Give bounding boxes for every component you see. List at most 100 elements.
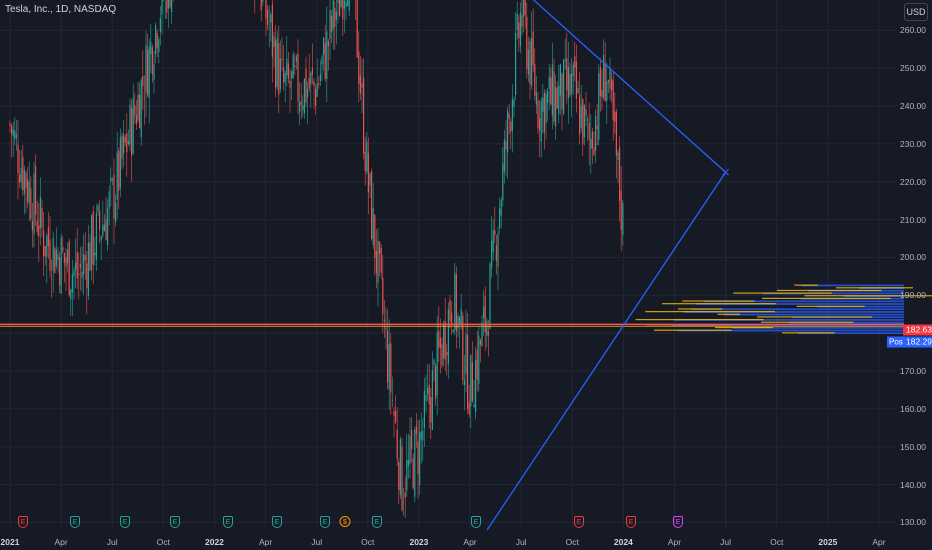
candle-body — [599, 66, 601, 96]
last-price-badge: 182.63 — [903, 324, 932, 336]
candle-body — [100, 236, 102, 241]
dividend-event-icon[interactable]: $ — [339, 516, 351, 527]
candle-body — [273, 36, 275, 48]
candle-body — [508, 113, 510, 119]
earnings-event-icon[interactable]: E — [320, 516, 330, 528]
candle-body — [75, 262, 77, 270]
candle-body — [587, 118, 589, 122]
candle-body — [62, 247, 64, 251]
candle-body — [499, 208, 501, 229]
candle-body — [270, 14, 272, 23]
candle-body — [425, 395, 427, 402]
candle-body — [60, 237, 62, 294]
candle-body — [23, 169, 25, 194]
candle-body — [321, 56, 323, 65]
earnings-event-icon[interactable]: E — [223, 516, 233, 528]
volume-profile-bar — [717, 313, 740, 315]
volume-profile-bar — [691, 308, 904, 311]
candle-body — [395, 410, 397, 423]
earnings-event-icon[interactable]: E — [120, 516, 130, 528]
candle-body — [38, 225, 40, 237]
earnings-event-icon[interactable]: E — [170, 516, 180, 528]
drawings[interactable] — [0, 0, 904, 531]
candle-body — [471, 362, 473, 402]
price-tick-label: 260.00 — [900, 25, 926, 36]
candle-body — [14, 130, 16, 140]
candle-body — [591, 132, 593, 149]
trend-line[interactable] — [486, 171, 727, 531]
candle-body — [308, 77, 310, 89]
candle-body — [271, 4, 273, 57]
candle-body — [132, 97, 134, 154]
candle-body — [364, 151, 366, 172]
candle-body — [399, 439, 401, 495]
candle-body — [315, 89, 317, 106]
earnings-event-icon[interactable]: E — [70, 516, 80, 528]
chart-area[interactable]: Tesla, Inc., 1D, NASDAQ USD 260.00 250.00… — [0, 0, 932, 550]
candle-body — [502, 163, 504, 201]
candle-body — [268, 26, 270, 28]
volume-profile-bar — [835, 287, 914, 289]
candle-body — [103, 224, 105, 231]
currency-button[interactable]: USD — [904, 3, 928, 21]
candle-body — [580, 105, 582, 128]
time-tick-label: Jul — [515, 537, 527, 547]
candle-body — [451, 312, 453, 326]
earnings-event-icon[interactable]: E — [272, 516, 282, 528]
chart-canvas[interactable] — [0, 0, 932, 550]
candle-body — [68, 241, 70, 296]
candle-body — [406, 459, 408, 491]
candle-body — [158, 39, 160, 53]
candle-body — [70, 289, 72, 300]
candle-body — [167, 0, 169, 9]
candle-body — [166, 0, 168, 13]
candle-body — [332, 0, 334, 30]
candle-body — [494, 230, 496, 235]
volume-profile-bar — [645, 311, 776, 313]
trend-line[interactable] — [504, 0, 727, 173]
candle-body — [420, 431, 422, 440]
earnings-event-icon[interactable]: E — [18, 516, 28, 528]
candle-body — [396, 429, 398, 459]
earnings-event-icon[interactable]: E — [372, 516, 382, 528]
candle-body — [475, 359, 477, 413]
candle-body — [151, 47, 153, 75]
volume-profile-bar — [682, 300, 755, 302]
candle-body — [423, 390, 425, 428]
candle-body — [361, 83, 363, 88]
candle-body — [441, 344, 443, 366]
candle-body — [9, 123, 11, 126]
candle-body — [105, 219, 107, 240]
price-tick-label: 240.00 — [900, 101, 926, 111]
volume-profile-bar — [724, 313, 904, 316]
volume-profile-bar — [796, 305, 865, 307]
candle-body — [95, 213, 97, 260]
candle-body — [612, 80, 614, 120]
volume-profile-bar — [757, 316, 873, 318]
candle-body — [153, 64, 155, 80]
candle-body — [487, 331, 489, 336]
candle-body — [372, 207, 374, 245]
candle-body — [377, 240, 379, 283]
earnings-event-icon[interactable]: E — [471, 516, 481, 528]
earnings-event-icon[interactable]: E — [626, 516, 636, 528]
candle-body — [507, 110, 509, 153]
candle-body — [412, 458, 414, 489]
earnings-event-icon[interactable]: E — [574, 516, 584, 528]
candle-body — [111, 179, 113, 181]
candle-body — [411, 429, 413, 450]
candle-body — [31, 221, 33, 231]
symbol-title[interactable]: Tesla, Inc., 1D, NASDAQ — [5, 4, 116, 15]
price-tick-label: 250.00 — [900, 63, 926, 74]
candle-body — [572, 64, 574, 76]
candle-body — [63, 252, 65, 263]
candle-body — [71, 274, 73, 293]
candle-body — [124, 136, 126, 143]
candle-body — [519, 12, 521, 47]
candle-body — [571, 73, 573, 94]
candle-body — [30, 188, 32, 220]
volume-profile-bar — [677, 308, 723, 310]
earnings-event-icon[interactable]: E — [673, 516, 683, 528]
time-tick-label: 2022 — [204, 537, 224, 547]
candle-body — [535, 92, 537, 105]
